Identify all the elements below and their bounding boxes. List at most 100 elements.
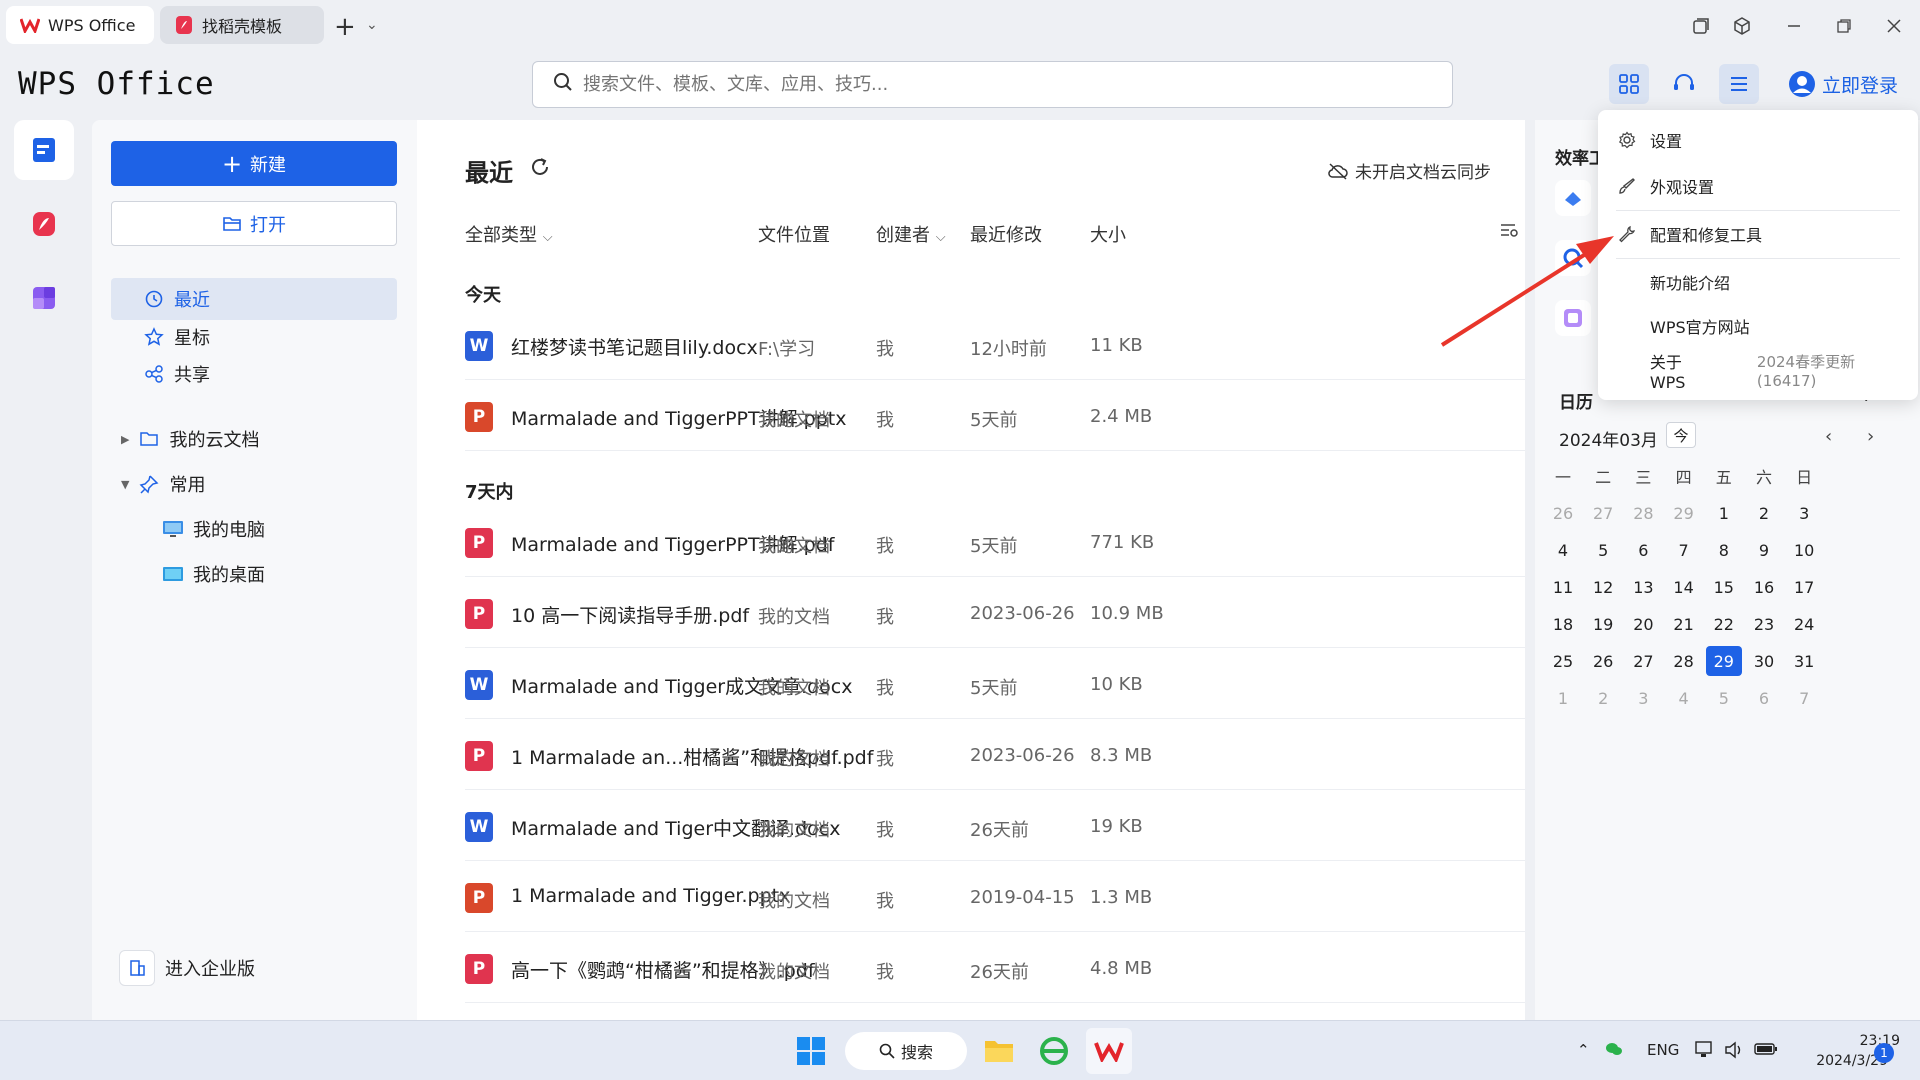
- file-row[interactable]: P Marmalade and TiggerPPT讲解.pptx 我的文档我 5天前 2…: [465, 380, 1525, 451]
- calendar-day[interactable]: 29: [1666, 498, 1702, 528]
- rail-documents-button[interactable]: [14, 120, 74, 180]
- nav-item-shared[interactable]: 共享: [111, 353, 397, 395]
- tray-expand-icon[interactable]: ⌃: [1577, 1041, 1590, 1059]
- calendar-day-selected[interactable]: 29: [1705, 646, 1742, 676]
- menu-item-repair-tools[interactable]: 配置和修复工具: [1598, 216, 1918, 252]
- nav-item-starred[interactable]: 星标: [111, 316, 397, 358]
- calendar-day[interactable]: 12: [1585, 572, 1621, 602]
- calendar-day[interactable]: 7: [1666, 535, 1702, 565]
- chevron-right-icon[interactable]: ›: [1867, 426, 1874, 447]
- cloud-sync-button[interactable]: 未开启文档云同步: [1327, 158, 1491, 183]
- calendar-day[interactable]: 4: [1666, 683, 1702, 713]
- menu-item-whats-new[interactable]: 新功能介绍: [1598, 264, 1918, 300]
- calendar-today-button[interactable]: 今: [1666, 422, 1696, 448]
- calendar-day[interactable]: 5: [1585, 535, 1621, 565]
- calendar-day[interactable]: 24: [1786, 609, 1822, 639]
- calendar-day[interactable]: 19: [1585, 609, 1621, 639]
- calendar-day[interactable]: 16: [1746, 572, 1782, 602]
- calendar-day[interactable]: 28: [1625, 498, 1661, 528]
- column-type-filter[interactable]: 全部类型 ⌵: [465, 221, 553, 247]
- tree-item-cloud-docs[interactable]: ▶ 我的云文档: [111, 418, 397, 460]
- calendar-day[interactable]: 22: [1706, 609, 1742, 639]
- calendar-day[interactable]: 6: [1746, 683, 1782, 713]
- calendar-day[interactable]: 13: [1625, 572, 1661, 602]
- menu-item-about[interactable]: 关于WPS 2024春季更新 (16417): [1598, 352, 1918, 392]
- calendar-day[interactable]: 27: [1625, 646, 1661, 676]
- new-button[interactable]: + 新建: [111, 141, 397, 186]
- tab-wps-office[interactable]: WPS Office: [6, 6, 154, 44]
- rail-apps-button[interactable]: [14, 268, 74, 328]
- windows-start-icon[interactable]: [788, 1028, 834, 1074]
- tab-template-store[interactable]: 找稻壳模板: [160, 6, 324, 44]
- chevron-left-icon[interactable]: ‹: [1825, 426, 1832, 447]
- calendar-day[interactable]: 5: [1706, 683, 1742, 713]
- taskbar-search[interactable]: 搜索: [845, 1032, 967, 1070]
- calendar-day[interactable]: 2: [1585, 683, 1621, 713]
- calendar-day[interactable]: 4: [1545, 535, 1581, 565]
- calendar-day[interactable]: 25: [1545, 646, 1581, 676]
- calendar-day[interactable]: 2: [1746, 498, 1782, 528]
- calendar-day[interactable]: 1: [1706, 498, 1742, 528]
- calendar-day[interactable]: 9: [1746, 535, 1782, 565]
- notification-badge[interactable]: 1: [1874, 1043, 1894, 1063]
- calendar-day[interactable]: 30: [1746, 646, 1782, 676]
- calendar-day[interactable]: 1: [1545, 683, 1581, 713]
- calendar-day[interactable]: 7: [1786, 683, 1822, 713]
- efficiency-tool-3-icon[interactable]: [1555, 300, 1591, 336]
- volume-icon[interactable]: [1724, 1041, 1744, 1063]
- file-row[interactable]: P 10 高一下阅读指导手册.pdf 我的文档 我 2023-06-26 10.9 MB: [465, 577, 1525, 648]
- calendar-day[interactable]: 8: [1706, 535, 1742, 565]
- menu-button[interactable]: [1719, 64, 1759, 104]
- menu-item-official-site[interactable]: WPS官方网站: [1598, 308, 1918, 344]
- calendar-day[interactable]: 17: [1786, 572, 1822, 602]
- wechat-tray-icon[interactable]: [1605, 1041, 1623, 1061]
- rail-docer-button[interactable]: [14, 194, 74, 254]
- headset-button[interactable]: [1664, 64, 1704, 104]
- battery-icon[interactable]: [1754, 1041, 1778, 1061]
- calendar-day[interactable]: 15: [1706, 572, 1742, 602]
- tree-item-common[interactable]: ▼ 常用: [111, 463, 397, 505]
- calendar-day[interactable]: 28: [1666, 646, 1702, 676]
- restore-icon[interactable]: [1829, 12, 1859, 40]
- menu-item-appearance[interactable]: 外观设置: [1598, 168, 1918, 204]
- calendar-day[interactable]: 21: [1666, 609, 1702, 639]
- calendar-day[interactable]: 27: [1585, 498, 1621, 528]
- calendar-day[interactable]: 20: [1625, 609, 1661, 639]
- efficiency-tool-2-icon[interactable]: [1555, 240, 1591, 276]
- calendar-day[interactable]: 31: [1786, 646, 1822, 676]
- calendar-day[interactable]: 26: [1585, 646, 1621, 676]
- file-explorer-icon[interactable]: [976, 1028, 1022, 1074]
- network-icon[interactable]: [1695, 1041, 1715, 1063]
- refresh-icon[interactable]: [529, 156, 551, 183]
- browser-icon[interactable]: [1031, 1028, 1077, 1074]
- calendar-day[interactable]: 6: [1625, 535, 1661, 565]
- calendar-day[interactable]: 26: [1545, 498, 1581, 528]
- search-input[interactable]: [583, 74, 1423, 95]
- column-creator[interactable]: 创建者 ⌵: [876, 221, 946, 247]
- efficiency-tool-1-icon[interactable]: [1555, 180, 1591, 216]
- open-button[interactable]: 打开: [111, 201, 397, 246]
- enterprise-button[interactable]: 进入企业版: [119, 950, 255, 986]
- calendar-day[interactable]: 3: [1786, 498, 1822, 528]
- new-tab-button[interactable]: +: [334, 12, 356, 42]
- file-row[interactable]: P1 Marmalade an...柑橘酱”和提格pdf.pdf 我的文档我 202…: [465, 719, 1525, 790]
- language-indicator[interactable]: ENG: [1647, 1041, 1679, 1059]
- calendar-day[interactable]: 10: [1786, 535, 1822, 565]
- minimize-icon[interactable]: [1779, 12, 1809, 40]
- list-settings-icon[interactable]: [1499, 220, 1519, 245]
- calendar-day[interactable]: 18: [1545, 609, 1581, 639]
- login-button[interactable]: 立即登录: [1788, 70, 1898, 98]
- wps-taskbar-icon[interactable]: [1086, 1028, 1132, 1074]
- calendar-day[interactable]: 14: [1666, 572, 1702, 602]
- close-icon[interactable]: [1879, 12, 1909, 40]
- file-row[interactable]: W 红楼梦读书笔记题目lily.docx F:\学习 我 12小时前 11 KB: [465, 309, 1525, 380]
- file-row[interactable]: W Marmalade and Tiger中文翻译.docx 我的文档我 26天前 19…: [465, 790, 1525, 861]
- file-row[interactable]: P 1 Marmalade and Tigger.pptx 我的文档 我 2019-04…: [465, 861, 1525, 932]
- calendar-day[interactable]: 3: [1625, 683, 1661, 713]
- file-row[interactable]: P 高一下《鹦鹉“柑橘酱”和提格》.pdf 我的文档我 26天前 4.8 MB: [465, 932, 1525, 1003]
- tree-item-my-computer[interactable]: 我的电脑: [111, 508, 397, 550]
- window-mode-icon[interactable]: [1686, 12, 1716, 40]
- menu-item-settings[interactable]: 设置: [1598, 122, 1918, 158]
- file-row[interactable]: W Marmalade and Tigger成文文章.docx 我的文档我 5天前 10…: [465, 648, 1525, 719]
- calendar-day[interactable]: 23: [1746, 609, 1782, 639]
